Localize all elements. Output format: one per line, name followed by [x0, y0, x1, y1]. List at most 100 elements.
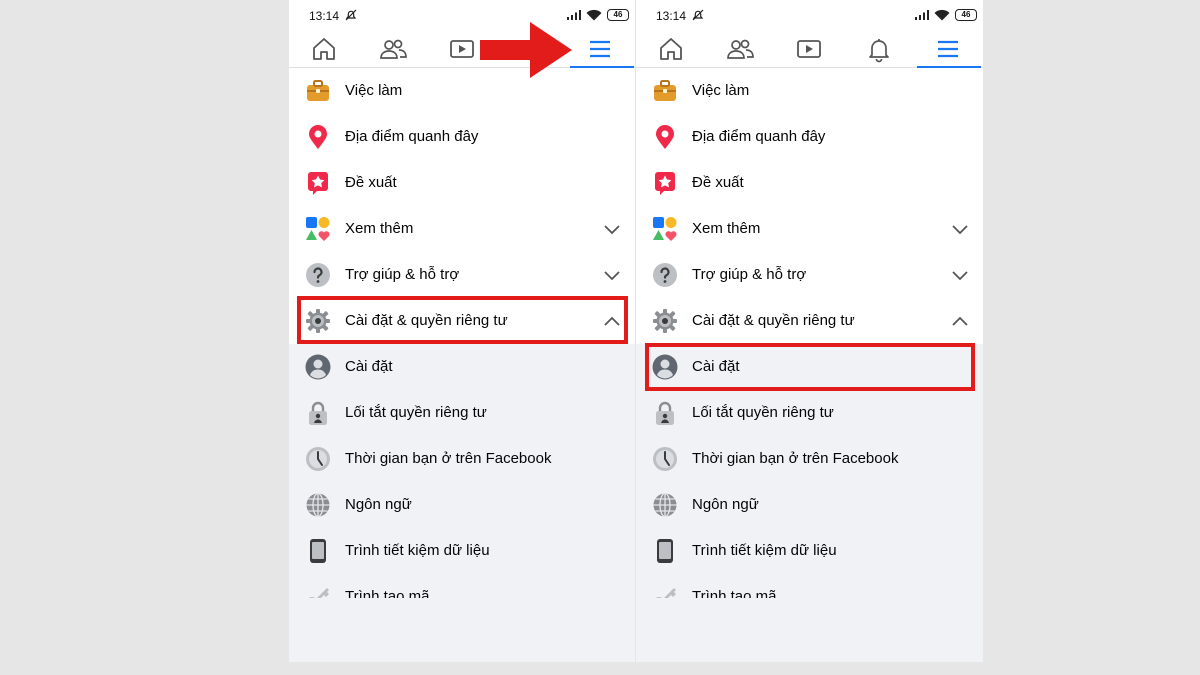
menu-item-label: Xem thêm [692, 220, 761, 237]
menu-item-label: Ngôn ngữ [345, 496, 412, 513]
chevron-down-icon [604, 271, 620, 281]
gear-icon [652, 308, 678, 334]
shapes-icon [652, 216, 678, 242]
menu-item-label: Lối tắt quyền riêng tư [692, 404, 834, 421]
friends-icon[interactable] [378, 35, 408, 63]
wifi-icon [934, 9, 950, 21]
menu-icon[interactable] [933, 35, 963, 63]
clock-icon [305, 446, 331, 472]
status-time: 13:14 [656, 9, 687, 23]
bell-icon[interactable] [864, 35, 894, 63]
submenu-item[interactable]: Thời gian bạn ở trên Facebook [636, 436, 983, 482]
menu-item-label: Cài đặt & quyền riêng tư [692, 312, 855, 329]
submenu-item[interactable]: Lối tắt quyền riêng tư [636, 390, 983, 436]
menu-item-label: Cài đặt [345, 358, 393, 375]
globe-icon [652, 492, 678, 518]
menu-icon[interactable] [585, 35, 615, 63]
menu-item-label: Thời gian bạn ở trên Facebook [345, 450, 552, 467]
menu-item[interactable]: Địa điểm quanh đây [289, 114, 635, 160]
help-icon [305, 262, 331, 288]
highlight-settings-privacy [297, 296, 628, 344]
silent-icon [345, 9, 357, 21]
menu-item[interactable]: Xem thêm [636, 206, 983, 252]
top-nav [636, 32, 983, 68]
menu-item-label: Trợ giúp & hỗ trợ [692, 266, 807, 283]
menu-item-label: Ngôn ngữ [692, 496, 759, 513]
menu-item[interactable]: Việc làm [289, 68, 635, 114]
submenu-item[interactable]: Thời gian bạn ở trên Facebook [289, 436, 635, 482]
chevron-down-icon [952, 225, 968, 235]
home-icon[interactable] [656, 35, 686, 63]
lock-icon [652, 400, 678, 426]
submenu-item[interactable]: Trình tiết kiệm dữ liệu [289, 528, 635, 574]
shapes-icon [305, 216, 331, 242]
menu-item-label: Lối tắt quyền riêng tư [345, 404, 487, 421]
expand-chevron[interactable] [951, 267, 969, 283]
chevron-down-icon [952, 271, 968, 281]
menu-list: Việc làm Địa điểm quanh đây Đề xuất Xem thê… [289, 68, 635, 662]
menu-item-label: Việc làm [692, 82, 750, 99]
phone-icon [305, 538, 331, 564]
red-arrow-annotation [480, 22, 572, 78]
menu-item[interactable]: Việc làm [636, 68, 983, 114]
phone-icon [652, 538, 678, 564]
submenu-item[interactable]: Lối tắt quyền riêng tư [289, 390, 635, 436]
menu-item-label: Địa điểm quanh đây [692, 128, 826, 145]
submenu-item[interactable]: Ngôn ngữ [636, 482, 983, 528]
location-pin-icon [652, 124, 678, 150]
star-icon [305, 170, 331, 196]
globe-icon [305, 492, 331, 518]
menu-item-label: Trình tiết kiệm dữ liệu [692, 542, 837, 559]
menu-item-label: Đề xuất [692, 174, 744, 191]
wifi-icon [586, 9, 602, 21]
menu-item[interactable]: Đề xuất [289, 160, 635, 206]
watch-icon[interactable] [447, 35, 477, 63]
signal-icon [915, 10, 929, 20]
status-bar: 13:14 46 [289, 0, 635, 32]
submenu-item[interactable]: Cài đặt [289, 344, 635, 390]
collapse-chevron[interactable] [951, 313, 969, 329]
phone-screen-right: 13:14 46 Việc làm Địa điểm quanh đây Đề xu… [636, 0, 983, 662]
menu-item-label: Việc làm [345, 82, 403, 99]
star-icon [652, 170, 678, 196]
watch-icon[interactable] [794, 35, 824, 63]
expand-chevron[interactable] [603, 267, 621, 283]
menu-item-label: Đề xuất [345, 174, 397, 191]
expand-chevron[interactable] [951, 221, 969, 237]
help-icon [652, 262, 678, 288]
profile-icon [305, 354, 331, 380]
battery-indicator: 46 [955, 9, 977, 21]
menu-item[interactable]: Cài đặt & quyền riêng tư [636, 298, 983, 344]
home-icon[interactable] [309, 35, 339, 63]
signal-icon [567, 10, 581, 20]
menu-item-label: Trợ giúp & hỗ trợ [345, 266, 460, 283]
silent-icon [692, 9, 704, 21]
highlight-settings [645, 343, 975, 391]
menu-item-label: Thời gian bạn ở trên Facebook [692, 450, 899, 467]
sub-menu-background [289, 598, 635, 662]
menu-item[interactable]: Đề xuất [636, 160, 983, 206]
menu-item[interactable]: Địa điểm quanh đây [636, 114, 983, 160]
chevron-up-icon [952, 316, 968, 326]
top-nav [289, 32, 635, 68]
tutorial-stage: 13:14 46 Việc làm Địa điểm quanh đây Đề xu… [0, 0, 1200, 675]
status-bar: 13:14 46 [636, 0, 983, 32]
location-pin-icon [305, 124, 331, 150]
sub-menu-background [636, 598, 983, 662]
battery-indicator: 46 [607, 9, 629, 21]
submenu-item[interactable]: Ngôn ngữ [289, 482, 635, 528]
menu-item[interactable]: Trợ giúp & hỗ trợ [636, 252, 983, 298]
friends-icon[interactable] [725, 35, 755, 63]
clock-icon [652, 446, 678, 472]
menu-item-label: Địa điểm quanh đây [345, 128, 479, 145]
briefcase-icon [652, 78, 678, 104]
status-time: 13:14 [309, 9, 340, 23]
submenu-item[interactable]: Trình tiết kiệm dữ liệu [636, 528, 983, 574]
expand-chevron[interactable] [603, 221, 621, 237]
menu-item[interactable]: Trợ giúp & hỗ trợ [289, 252, 635, 298]
menu-item-label: Xem thêm [345, 220, 414, 237]
lock-icon [305, 400, 331, 426]
menu-item-label: Trình tiết kiệm dữ liệu [345, 542, 490, 559]
chevron-down-icon [604, 225, 620, 235]
menu-item[interactable]: Xem thêm [289, 206, 635, 252]
